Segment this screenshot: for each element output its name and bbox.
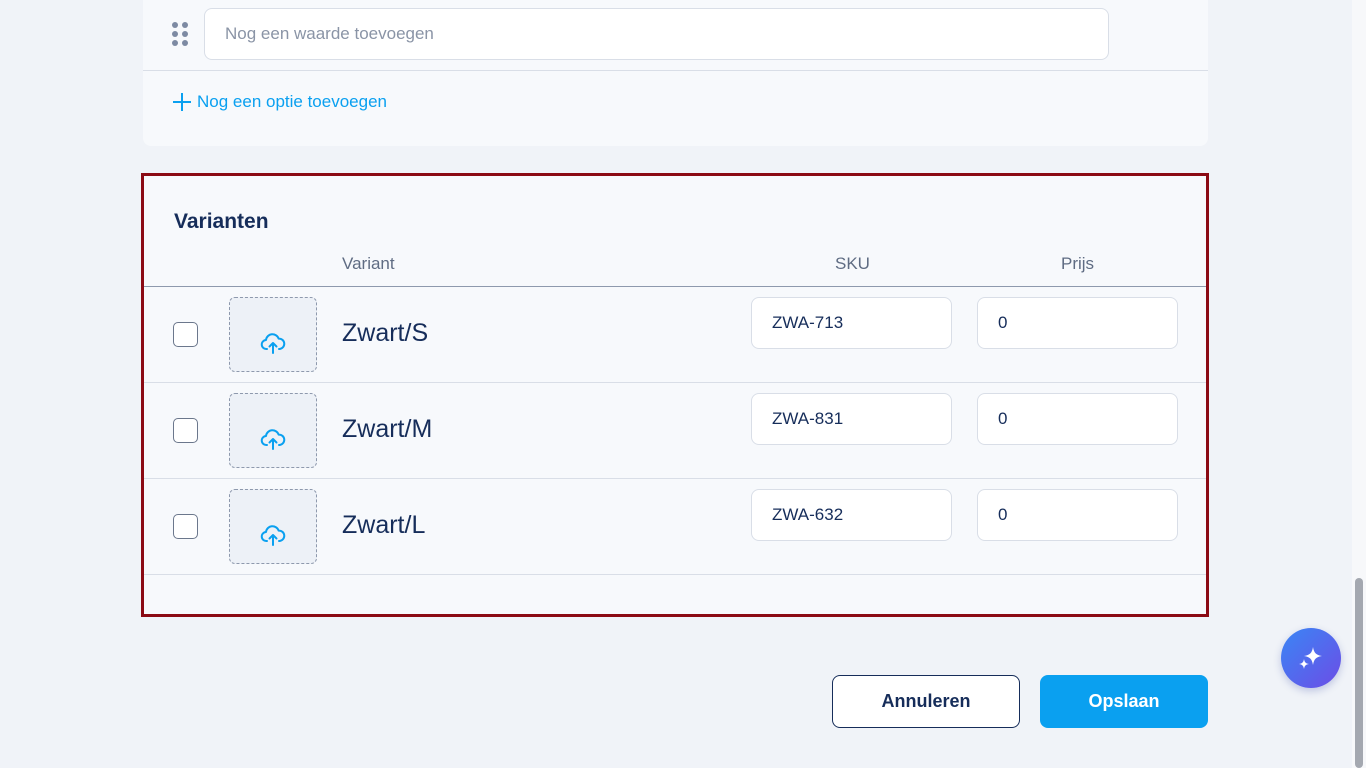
divider — [143, 70, 1208, 71]
variant-checkbox[interactable] — [173, 418, 198, 443]
variant-checkbox[interactable] — [173, 514, 198, 539]
image-upload-button[interactable] — [229, 297, 317, 372]
cloud-upload-icon — [260, 332, 286, 354]
variant-name: Zwart/L — [342, 511, 426, 539]
variant-name: Zwart/S — [342, 319, 429, 347]
price-input[interactable] — [977, 393, 1178, 445]
cancel-button[interactable]: Annuleren — [832, 675, 1020, 728]
variant-row: Zwart/M — [144, 383, 1206, 479]
plus-icon — [173, 93, 191, 111]
sparkle-icon — [1299, 647, 1322, 669]
variant-row: Zwart/L — [144, 479, 1206, 575]
column-header-variant: Variant — [342, 254, 395, 273]
variant-name: Zwart/M — [342, 415, 433, 443]
variants-card: Varianten Variant SKU Prijs Zwart/S Zwar… — [141, 173, 1209, 617]
add-option-label: Nog een optie toevoegen — [197, 92, 387, 111]
add-option-button[interactable]: Nog een optie toevoegen — [173, 90, 387, 114]
sku-input[interactable] — [751, 297, 952, 349]
save-button[interactable]: Opslaan — [1040, 675, 1208, 728]
price-input[interactable] — [977, 489, 1178, 541]
column-header-price: Prijs — [1061, 254, 1095, 273]
variant-checkbox[interactable] — [173, 322, 198, 347]
sku-input[interactable] — [751, 489, 952, 541]
price-input[interactable] — [977, 297, 1178, 349]
option-value-input[interactable] — [204, 8, 1109, 60]
drag-handle-icon[interactable] — [172, 22, 190, 46]
image-upload-button[interactable] — [229, 393, 317, 468]
scrollbar-thumb[interactable] — [1355, 578, 1363, 768]
image-upload-button[interactable] — [229, 489, 317, 564]
column-header-sku: SKU — [835, 254, 870, 273]
ai-assistant-button[interactable] — [1281, 628, 1341, 688]
cloud-upload-icon — [260, 524, 286, 546]
variant-row: Zwart/S — [144, 287, 1206, 383]
sku-input[interactable] — [751, 393, 952, 445]
variants-title: Varianten — [174, 210, 269, 233]
cloud-upload-icon — [260, 428, 286, 450]
